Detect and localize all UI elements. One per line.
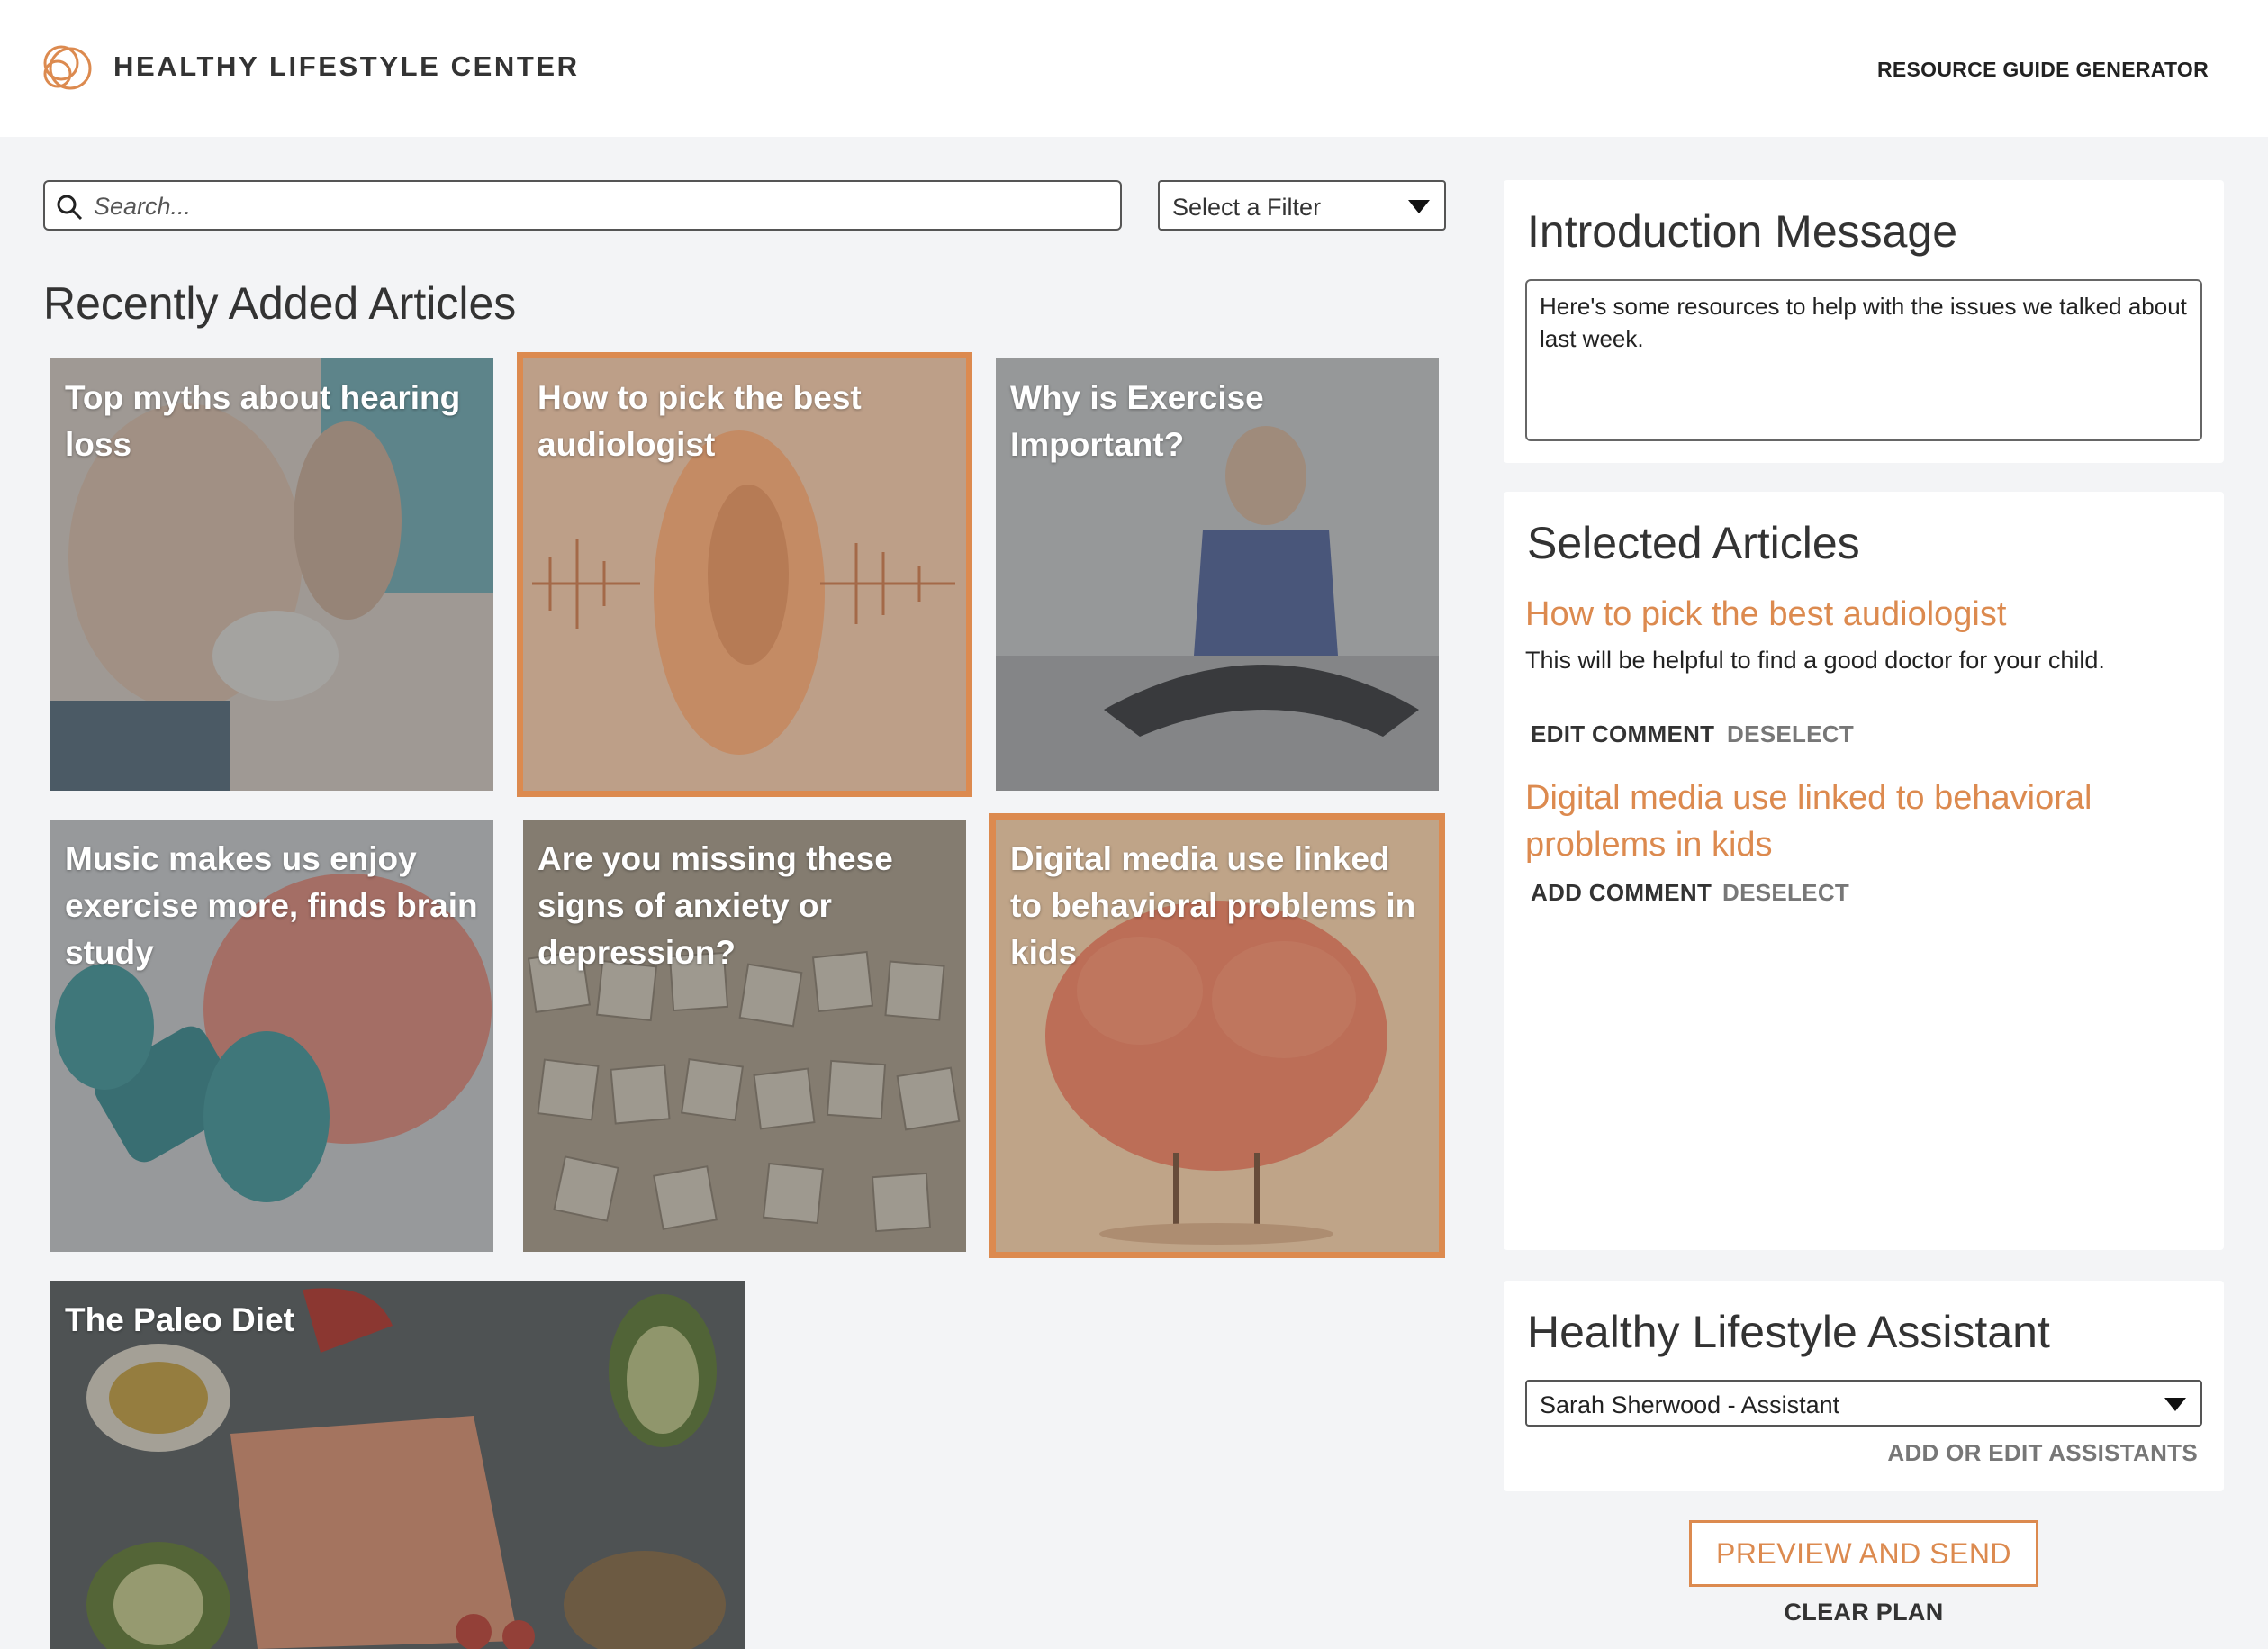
article-title: Music makes us enjoy exercise more, find…	[65, 840, 478, 971]
search-input[interactable]	[94, 186, 1111, 227]
chevron-down-icon	[1408, 200, 1430, 213]
preview-and-send-button[interactable]: PREVIEW AND SEND	[1689, 1520, 2038, 1587]
article-tile-digital-media[interactable]: Digital media use linked to behavioral p…	[989, 813, 1445, 1258]
article-title: How to pick the best audiologist	[538, 379, 862, 463]
article-tile-paleo-diet[interactable]: The Paleo Diet	[50, 1281, 745, 1649]
search-icon	[57, 195, 83, 221]
add-comment-button[interactable]: ADD COMMENT	[1531, 879, 1712, 907]
assistant-heading: Healthy Lifestyle Assistant	[1527, 1307, 2050, 1357]
logo-icon	[43, 45, 92, 90]
deselect-button[interactable]: DESELECT	[1727, 720, 1854, 748]
resource-guide-link[interactable]: RESOURCE GUIDE GENERATOR	[1877, 58, 2209, 82]
selected-article-comment: This will be helpful to find a good doct…	[1525, 647, 2105, 674]
filter-label: Select a Filter	[1172, 194, 1322, 221]
article-tile-hearing-myths[interactable]: Top myths about hearing loss	[50, 358, 493, 791]
article-tile-exercise[interactable]: Why is Exercise Important?	[996, 358, 1439, 791]
add-edit-assistants-link[interactable]: ADD OR EDIT ASSISTANTS	[1887, 1439, 2198, 1467]
article-title: Digital media use linked to behavioral p…	[1010, 840, 1416, 971]
intro-message-field[interactable]: Here's some resources to help with the i…	[1525, 279, 2202, 441]
clear-plan-button[interactable]: CLEAR PLAN	[1689, 1599, 2038, 1626]
filter-select[interactable]: Select a Filter	[1158, 180, 1446, 231]
intro-heading: Introduction Message	[1527, 206, 1958, 257]
recent-articles-heading: Recently Added Articles	[43, 278, 517, 329]
chevron-down-icon	[2164, 1398, 2186, 1411]
selected-article-title[interactable]: Digital media use linked to behavioral p…	[1525, 775, 2173, 868]
selected-articles-heading: Selected Articles	[1527, 518, 1860, 568]
article-title: The Paleo Diet	[65, 1301, 294, 1338]
brand-name: HEALTHY LIFESTYLE CENTER	[113, 50, 580, 82]
deselect-button[interactable]: DESELECT	[1722, 879, 1849, 907]
article-tile-anxiety-depression[interactable]: Are you missing these signs of anxiety o…	[523, 820, 966, 1252]
article-tile-music-exercise[interactable]: Music makes us enjoy exercise more, find…	[50, 820, 493, 1252]
edit-comment-button[interactable]: EDIT COMMENT	[1531, 720, 1714, 748]
article-title: Are you missing these signs of anxiety o…	[538, 840, 893, 971]
article-title: Why is Exercise Important?	[1010, 379, 1264, 463]
app-header: HEALTHY LIFESTYLE CENTER RESOURCE GUIDE …	[0, 0, 2268, 137]
assistant-select[interactable]: Sarah Sherwood - Assistant	[1525, 1380, 2202, 1427]
selected-article-title[interactable]: How to pick the best audiologist	[1525, 591, 2006, 638]
search-box[interactable]	[43, 180, 1122, 231]
article-title: Top myths about hearing loss	[65, 379, 461, 463]
assistant-selected-value: Sarah Sherwood - Assistant	[1540, 1391, 1840, 1418]
article-tile-audiologist[interactable]: How to pick the best audiologist	[517, 352, 972, 797]
